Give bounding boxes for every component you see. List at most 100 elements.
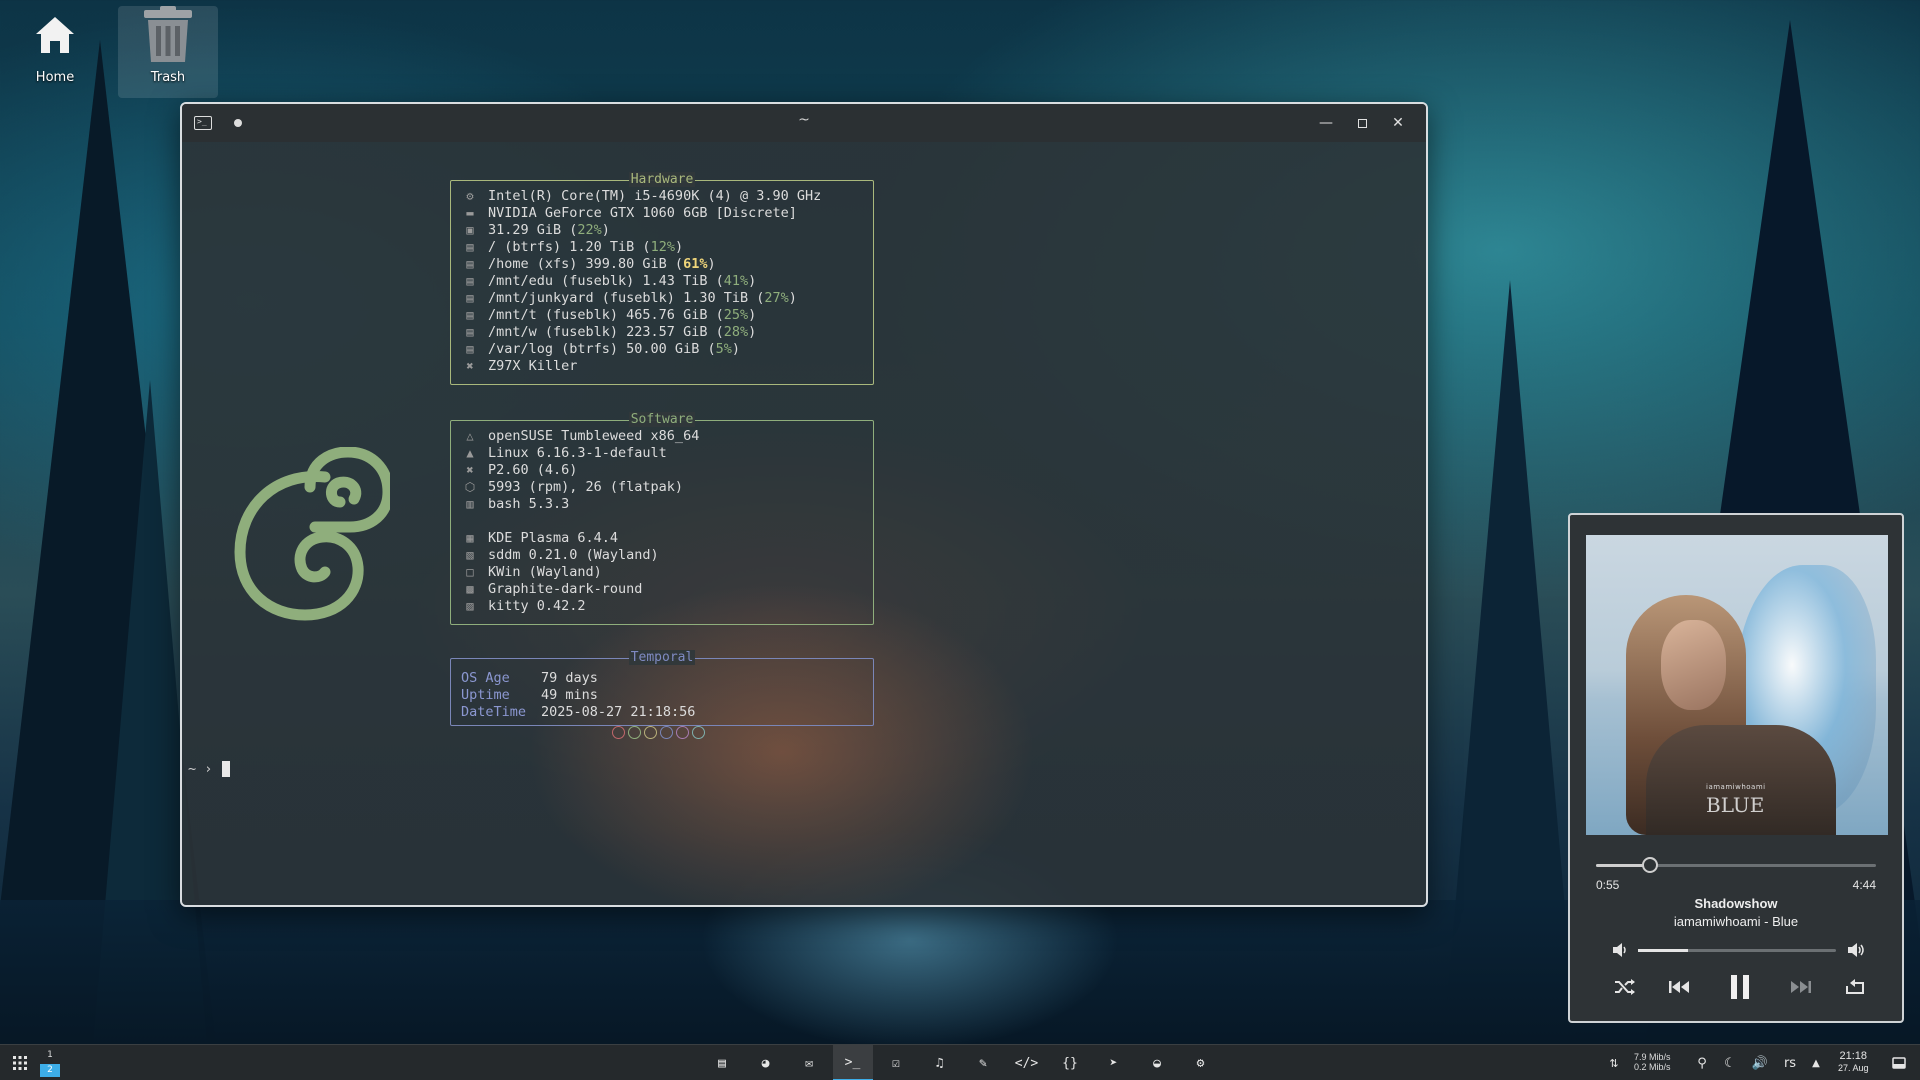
- usage-percent: 12%: [650, 239, 675, 255]
- elapsed-time: 0:55: [1596, 878, 1620, 892]
- software-line: ✖ P2.60 (4.6): [461, 462, 873, 479]
- taskbar-app-editor[interactable]: ✎: [963, 1045, 1003, 1080]
- login-icon: ▧: [466, 548, 474, 562]
- track-title: Shadowshow: [1694, 896, 1778, 911]
- virtual-desktop-pager[interactable]: 1 2: [40, 1049, 60, 1077]
- software-line: △ openSUSE Tumbleweed x86_64: [461, 428, 873, 445]
- taskbar-app-mail[interactable]: ✉: [789, 1045, 829, 1080]
- disk-icon: ▤: [466, 274, 474, 288]
- keyboard-layout[interactable]: rs: [1778, 1045, 1802, 1080]
- taskbar-app-telegram[interactable]: ➤: [1094, 1045, 1134, 1080]
- pause-button[interactable]: [1722, 973, 1758, 1001]
- terminal-window[interactable]: >_ ~ — ✕ Hardware ⚙ Intel(R) Core(TM) i5-…: [180, 102, 1428, 907]
- temporal-title: Temporal: [628, 650, 696, 665]
- taskbar-app-file-manager[interactable]: ▤: [702, 1045, 742, 1080]
- music-icon: ♫: [935, 1055, 944, 1071]
- desktop-2[interactable]: 2: [40, 1064, 60, 1077]
- clock-time: 21:18: [1839, 1050, 1868, 1062]
- hardware-line: ▤/home (xfs) 399.80 GiB (61%): [461, 256, 873, 273]
- color-dot: [644, 726, 657, 739]
- track-artist-album: iamamiwhoami - Blue: [1673, 914, 1799, 929]
- hardware-line: ⚙ Intel(R) Core(TM) i5-4690K (4) @ 3.90 G…: [461, 188, 873, 205]
- desktop-icon: ▦: [466, 531, 474, 545]
- hardware-title: Hardware: [628, 172, 696, 187]
- album-art: iamamiwhoami BLUE: [1586, 535, 1888, 835]
- night-light-tray[interactable]: ☾: [1718, 1045, 1742, 1080]
- next-button[interactable]: [1786, 973, 1816, 1001]
- file-manager-icon: ▤: [718, 1055, 726, 1071]
- taskbar-app-discord[interactable]: ◒: [1137, 1045, 1177, 1080]
- network-arrows-icon: ⇅: [1609, 1056, 1619, 1070]
- color-dot: [660, 726, 673, 739]
- pin-icon: ⚲: [1697, 1055, 1707, 1071]
- tray-expand-button[interactable]: ▲: [1806, 1045, 1826, 1080]
- close-button[interactable]: ✕: [1382, 109, 1414, 137]
- network-speed: 7.9 Mib/s 0.2 Mib/s: [1634, 1052, 1671, 1072]
- media-player-popup[interactable]: iamamiwhoami BLUE 0:55 4:44 Shadowshow i…: [1568, 513, 1904, 1023]
- tasks-icon: ☑: [892, 1055, 900, 1071]
- volume-low-icon[interactable]: [1610, 940, 1630, 960]
- chevron-up-icon: ▲: [1812, 1057, 1820, 1069]
- volume-high-icon[interactable]: [1846, 940, 1866, 960]
- temporal-row: Uptime 49 mins: [461, 686, 598, 703]
- net-up: 0.2 Mib/s: [1634, 1062, 1671, 1072]
- skip-previous-icon: [1669, 981, 1689, 993]
- volume-slider[interactable]: [1638, 949, 1836, 952]
- hardware-line: ▣ 31.29 GiB (22%): [461, 222, 873, 239]
- hardware-line: ▤/mnt/w (fuseblk) 223.57 GiB (28%): [461, 324, 873, 341]
- usage-percent: 41%: [723, 273, 749, 289]
- usage-percent: 22%: [577, 222, 602, 238]
- location-tray[interactable]: ⚲: [1690, 1045, 1714, 1080]
- usage-percent: 27%: [764, 290, 789, 306]
- terminal-icon: ▨: [466, 599, 474, 613]
- net-down: 7.9 Mib/s: [1634, 1052, 1671, 1062]
- taskbar-app-steam[interactable]: ⚙: [1181, 1045, 1221, 1080]
- desktop-icon-label: Trash: [150, 70, 186, 85]
- shell-icon: ▥: [466, 497, 474, 511]
- mail-icon: ✉: [805, 1055, 813, 1071]
- shuffle-button[interactable]: [1610, 973, 1640, 1001]
- notifications-button[interactable]: [1884, 1045, 1914, 1080]
- taskbar-app-tasks[interactable]: ☑: [876, 1045, 916, 1080]
- network-tray[interactable]: ⇅: [1602, 1045, 1626, 1080]
- app-launcher-button[interactable]: [0, 1045, 40, 1080]
- seek-handle[interactable]: [1642, 857, 1659, 873]
- software-line: □ KWin (Wayland): [461, 564, 873, 581]
- memory-icon: ▣: [466, 223, 474, 237]
- telegram-icon: ➤: [1109, 1055, 1118, 1071]
- editor-icon: ✎: [979, 1055, 987, 1071]
- disk-icon: ▤: [466, 308, 474, 322]
- volume-tray[interactable]: 🔊: [1748, 1045, 1772, 1080]
- terminal-content[interactable]: Hardware ⚙ Intel(R) Core(TM) i5-4690K (4)…: [182, 142, 1426, 905]
- skip-next-icon: [1791, 981, 1811, 993]
- shuffle-icon: [1615, 979, 1635, 995]
- temporal-row: DateTime 2025-08-27 21:18:56: [461, 703, 696, 720]
- total-time: 4:44: [1852, 878, 1876, 892]
- shell-prompt[interactable]: ~ ›: [188, 761, 231, 777]
- package-icon: ⬡: [464, 480, 476, 494]
- taskbar-app-terminal[interactable]: >_: [832, 1045, 873, 1080]
- text-cursor: [222, 761, 231, 777]
- repeat-button[interactable]: [1840, 973, 1870, 1001]
- window-icon: □: [466, 565, 474, 579]
- desktop-icon-trash[interactable]: Trash: [118, 6, 218, 98]
- previous-button[interactable]: [1664, 973, 1694, 1001]
- desktop-1[interactable]: 1: [40, 1049, 60, 1062]
- clock[interactable]: 21:18 27. Aug: [1838, 1050, 1869, 1074]
- taskbar-app-code[interactable]: </>: [1007, 1045, 1047, 1080]
- desktop-icon-home[interactable]: Home: [5, 6, 105, 98]
- taskbar-app-music[interactable]: ♫: [920, 1045, 960, 1080]
- maximize-button[interactable]: [1346, 109, 1378, 137]
- taskbar-app-browser[interactable]: ◕: [746, 1045, 786, 1080]
- album-art-title: BLUE: [1706, 793, 1765, 817]
- taskbar-app-braces[interactable]: {}: [1050, 1045, 1090, 1080]
- moon-icon: ☾: [1724, 1055, 1736, 1071]
- minimize-button[interactable]: —: [1310, 109, 1342, 137]
- seek-slider[interactable]: [1596, 857, 1876, 873]
- distro-icon: △: [466, 429, 474, 443]
- temporal-box: Temporal OS Age 79 days Uptime 49 mins Dat…: [450, 650, 874, 726]
- desktop-icon-label: Home: [35, 70, 75, 85]
- disk-icon: ▤: [466, 240, 474, 254]
- color-dot: [676, 726, 689, 739]
- window-titlebar[interactable]: >_ ~ — ✕: [182, 104, 1426, 142]
